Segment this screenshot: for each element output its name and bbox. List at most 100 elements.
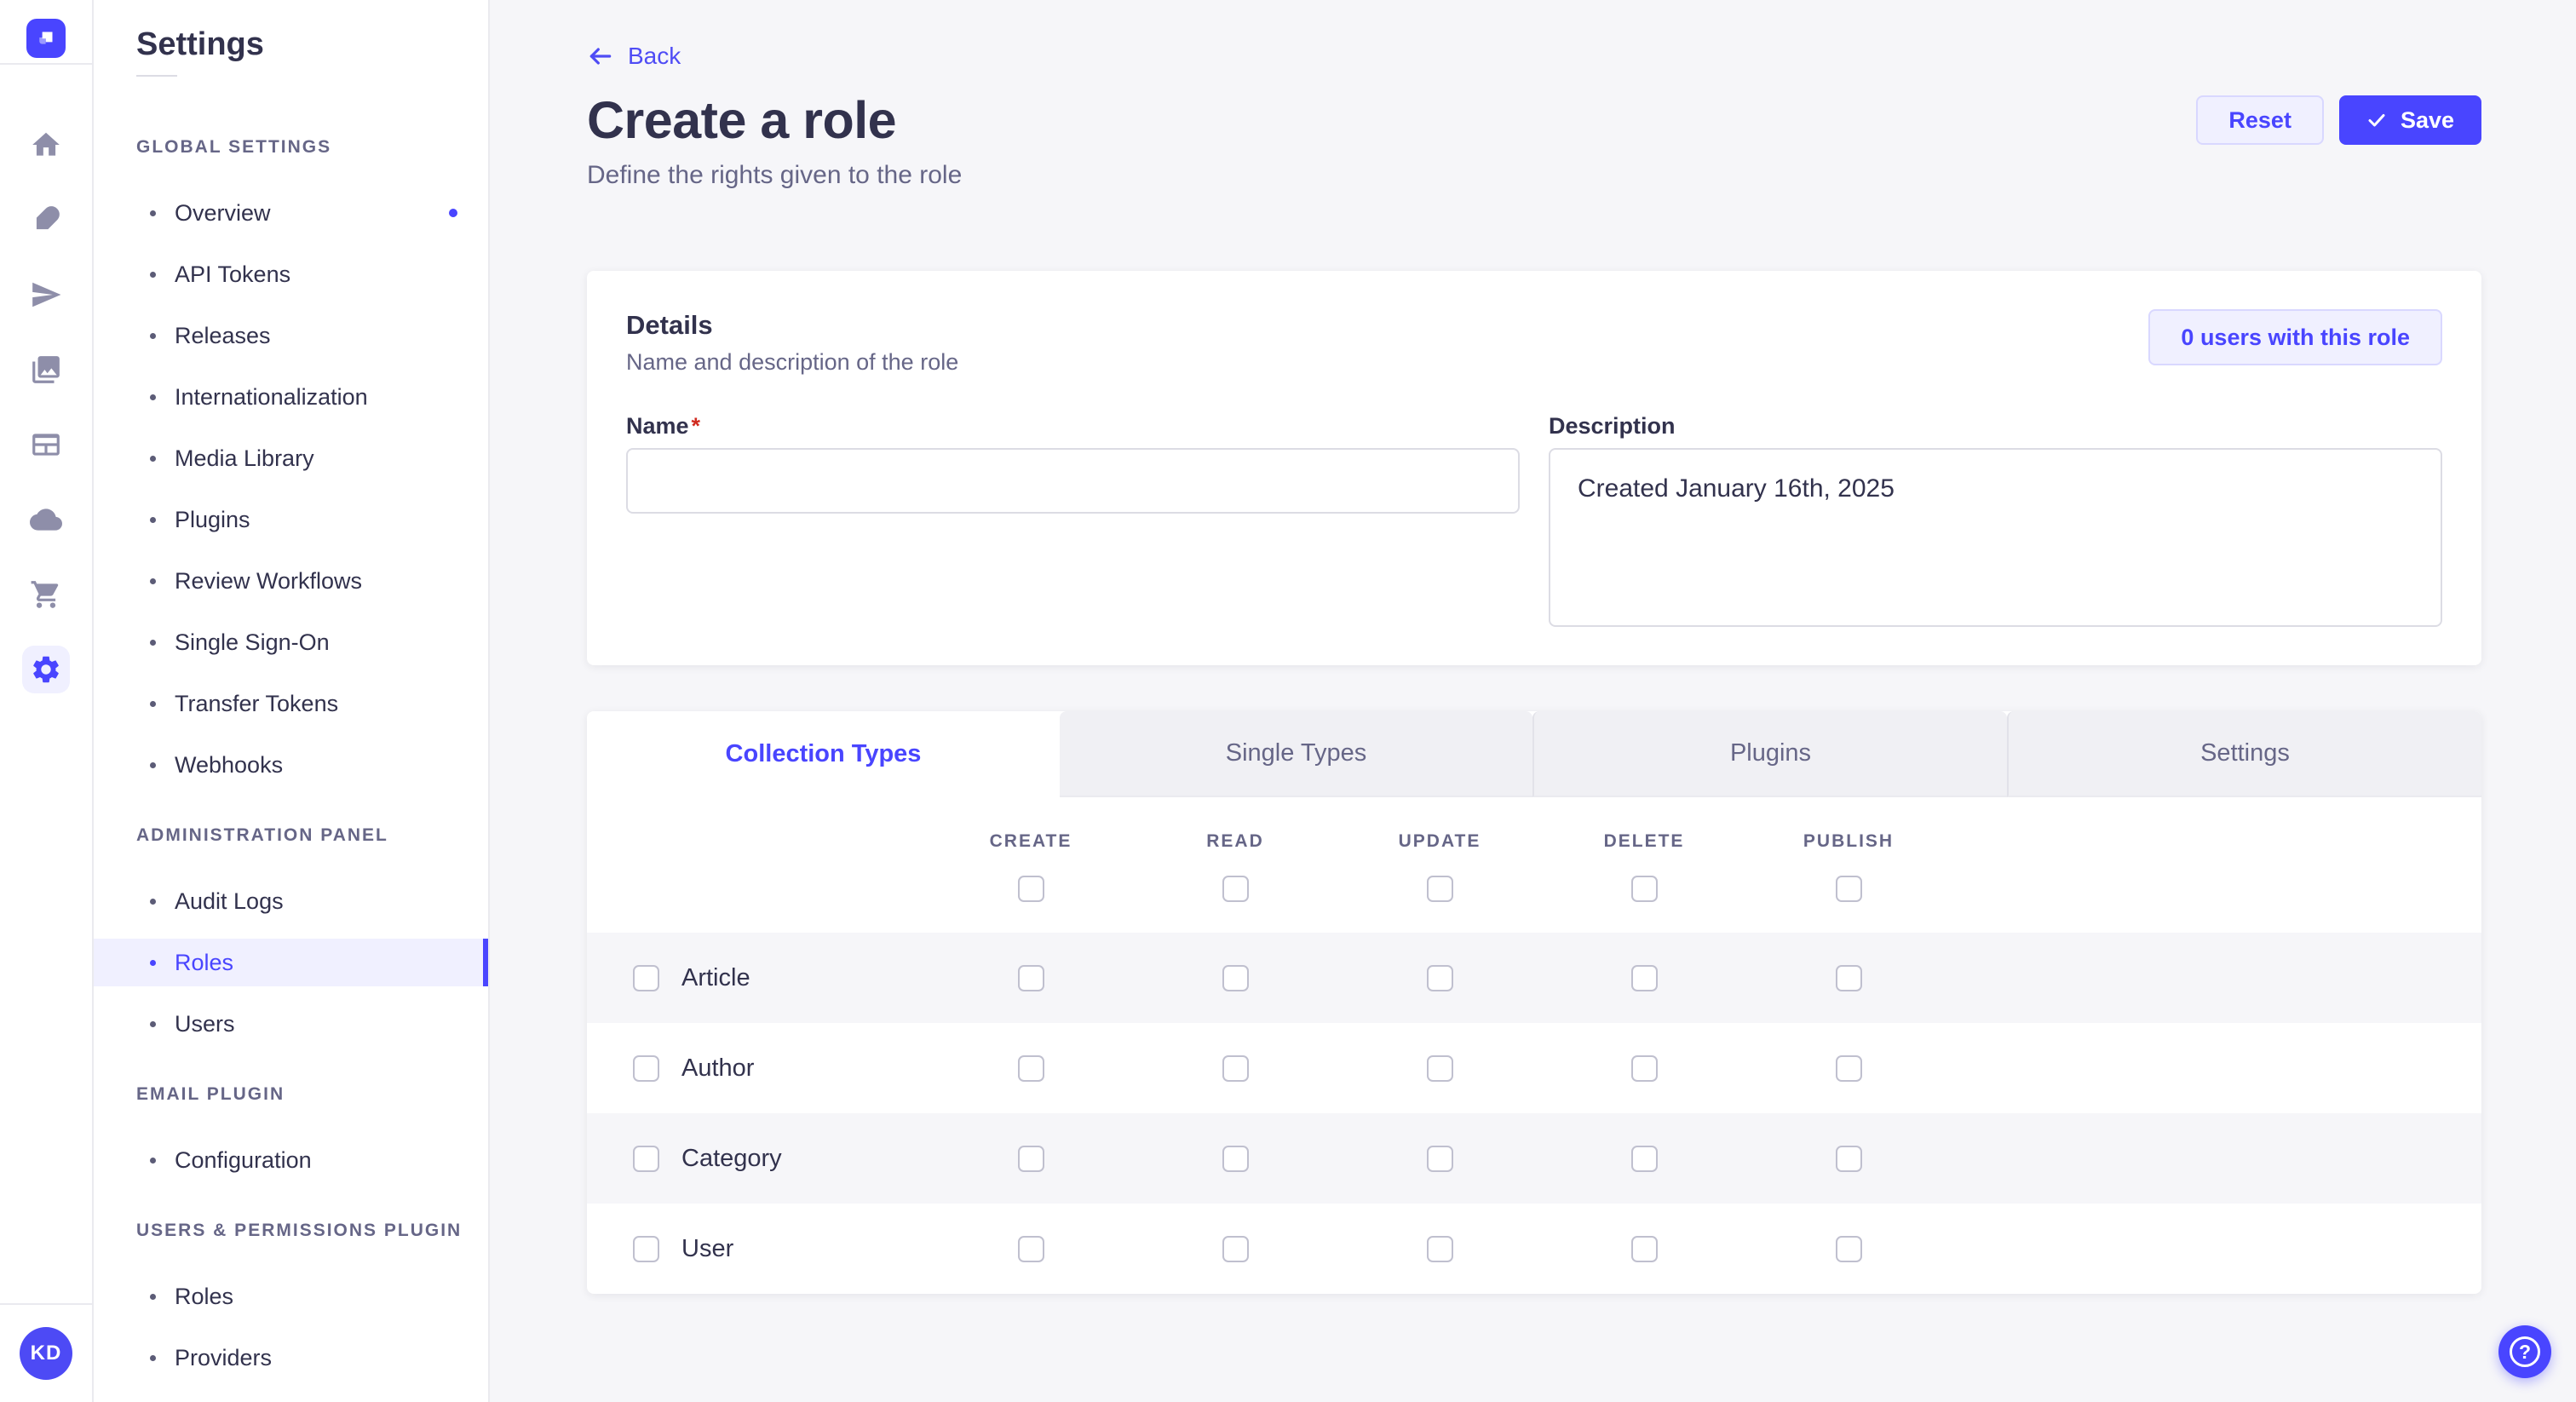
- sidebar-item-providers[interactable]: Providers: [94, 1327, 488, 1388]
- section-label: GLOBAL SETTINGS: [136, 136, 488, 158]
- user-delete-checkbox[interactable]: [1631, 1236, 1658, 1262]
- bullet-icon: [150, 333, 156, 339]
- sidebar-item-configuration[interactable]: Configuration: [94, 1129, 488, 1191]
- tab-plugins[interactable]: Plugins: [1532, 711, 2007, 797]
- tab-settings[interactable]: Settings: [2007, 711, 2481, 797]
- sidebar-item-up-roles[interactable]: Roles: [94, 1266, 488, 1327]
- category-read-checkbox[interactable]: [1222, 1146, 1249, 1172]
- user-publish-checkbox[interactable]: [1836, 1236, 1862, 1262]
- section-label: ADMINISTRATION PANEL: [136, 825, 488, 847]
- description-label: Description: [1549, 412, 2442, 440]
- column-labels-row: CREATE READ UPDATE DELETE PUBLISH: [587, 831, 2481, 852]
- author-update-checkbox[interactable]: [1427, 1055, 1453, 1082]
- author-publish-checkbox[interactable]: [1836, 1055, 1862, 1082]
- check-icon: [2366, 110, 2387, 130]
- row-select-checkbox[interactable]: [633, 1146, 659, 1172]
- row-select-checkbox[interactable]: [633, 1055, 659, 1082]
- select-all-publish-checkbox[interactable]: [1836, 876, 1862, 902]
- sidebar-item-single-sign-on[interactable]: Single Sign-On: [94, 612, 488, 673]
- sidebar-item-plugins[interactable]: Plugins: [94, 489, 488, 550]
- row-select-checkbox[interactable]: [633, 1236, 659, 1262]
- page-subtitle: Define the rights given to the role: [587, 160, 2481, 191]
- category-update-checkbox[interactable]: [1427, 1146, 1453, 1172]
- article-create-checkbox[interactable]: [1018, 965, 1044, 991]
- bullet-icon: [150, 701, 156, 707]
- user-avatar[interactable]: KD: [20, 1327, 72, 1380]
- bullet-icon: [150, 640, 156, 646]
- section-label: EMAIL PLUGIN: [136, 1083, 488, 1106]
- permissions-tabs: Collection Types Single Types Plugins Se…: [587, 711, 2481, 797]
- author-read-checkbox[interactable]: [1222, 1055, 1249, 1082]
- sidebar-item-audit-logs[interactable]: Audit Logs: [94, 871, 488, 932]
- article-read-checkbox[interactable]: [1222, 965, 1249, 991]
- main-content: Back Create a role Reset Save Define the…: [490, 0, 2576, 1402]
- tab-single-types[interactable]: Single Types: [1060, 711, 1532, 797]
- sidebar-item-media-library[interactable]: Media Library: [94, 428, 488, 489]
- row-select-checkbox[interactable]: [633, 965, 659, 991]
- row-label: Article: [681, 964, 750, 992]
- category-create-checkbox[interactable]: [1018, 1146, 1044, 1172]
- bullet-icon: [150, 960, 156, 966]
- user-create-checkbox[interactable]: [1018, 1236, 1044, 1262]
- user-update-checkbox[interactable]: [1427, 1236, 1453, 1262]
- images-icon[interactable]: [19, 332, 73, 407]
- reset-button[interactable]: Reset: [2196, 95, 2324, 145]
- row-label: User: [681, 1235, 733, 1263]
- description-textarea[interactable]: Created January 16th, 2025: [1549, 448, 2442, 627]
- home-icon[interactable]: [19, 107, 73, 182]
- author-create-checkbox[interactable]: [1018, 1055, 1044, 1082]
- sidebar-item-transfer-tokens[interactable]: Transfer Tokens: [94, 673, 488, 734]
- select-all-create-checkbox[interactable]: [1018, 876, 1044, 902]
- tab-collection-types[interactable]: Collection Types: [587, 711, 1060, 797]
- column-label-create: CREATE: [929, 831, 1133, 852]
- article-update-checkbox[interactable]: [1427, 965, 1453, 991]
- user-read-checkbox[interactable]: [1222, 1236, 1249, 1262]
- article-delete-checkbox[interactable]: [1631, 965, 1658, 991]
- category-delete-checkbox[interactable]: [1631, 1146, 1658, 1172]
- section-email-plugin: EMAIL PLUGIN Configuration: [94, 1083, 488, 1191]
- bullet-icon: [150, 1158, 156, 1164]
- users-with-role-button[interactable]: 0 users with this role: [2148, 309, 2442, 365]
- save-button[interactable]: Save: [2339, 95, 2481, 145]
- author-delete-checkbox[interactable]: [1631, 1055, 1658, 1082]
- rail-bottom: KD: [0, 1303, 92, 1402]
- bullet-icon: [150, 394, 156, 400]
- permissions-card: Collection Types Single Types Plugins Se…: [587, 711, 2481, 1294]
- sidebar-item-internationalization[interactable]: Internationalization: [94, 366, 488, 428]
- description-field-group: Description Created January 16th, 2025: [1549, 412, 2442, 627]
- select-all-read-checkbox[interactable]: [1222, 876, 1249, 902]
- rail-icon-list: [0, 65, 92, 707]
- sidebar-item-api-tokens[interactable]: API Tokens: [94, 244, 488, 305]
- section-administration-panel: ADMINISTRATION PANEL Audit Logs Roles Us…: [94, 825, 488, 1054]
- sidebar-item-webhooks[interactable]: Webhooks: [94, 734, 488, 796]
- rail-divider-bottom: [0, 1303, 92, 1305]
- shopping-cart-icon[interactable]: [19, 557, 73, 632]
- sidebar-item-overview[interactable]: Overview: [94, 182, 488, 244]
- sidebar-item-review-workflows[interactable]: Review Workflows: [94, 550, 488, 612]
- bullet-icon: [150, 578, 156, 584]
- section-label: USERS & PERMISSIONS PLUGIN: [136, 1220, 488, 1242]
- details-header: Details Name and description of the role…: [626, 309, 2442, 376]
- sidebar-item-users[interactable]: Users: [94, 993, 488, 1054]
- back-link[interactable]: Back: [587, 43, 681, 70]
- category-publish-checkbox[interactable]: [1836, 1146, 1862, 1172]
- settings-sidebar: Settings GLOBAL SETTINGS Overview API To…: [94, 0, 490, 1402]
- back-label: Back: [628, 43, 681, 70]
- bullet-icon: [150, 899, 156, 905]
- select-all-update-checkbox[interactable]: [1427, 876, 1453, 902]
- name-input[interactable]: [626, 448, 1520, 514]
- bullet-icon: [150, 517, 156, 523]
- sidebar-item-roles[interactable]: Roles: [94, 932, 488, 993]
- article-publish-checkbox[interactable]: [1836, 965, 1862, 991]
- layout-icon[interactable]: [19, 407, 73, 482]
- row-label: Category: [681, 1145, 782, 1173]
- help-button[interactable]: ?: [2498, 1325, 2551, 1378]
- strapi-logo-icon[interactable]: [26, 19, 66, 58]
- feather-icon[interactable]: [19, 182, 73, 257]
- sidebar-item-releases[interactable]: Releases: [94, 305, 488, 366]
- select-all-delete-checkbox[interactable]: [1631, 876, 1658, 902]
- paper-plane-icon[interactable]: [19, 257, 73, 332]
- table-row-user: User: [587, 1204, 2481, 1294]
- gear-icon[interactable]: [19, 632, 73, 707]
- cloud-icon[interactable]: [19, 482, 73, 557]
